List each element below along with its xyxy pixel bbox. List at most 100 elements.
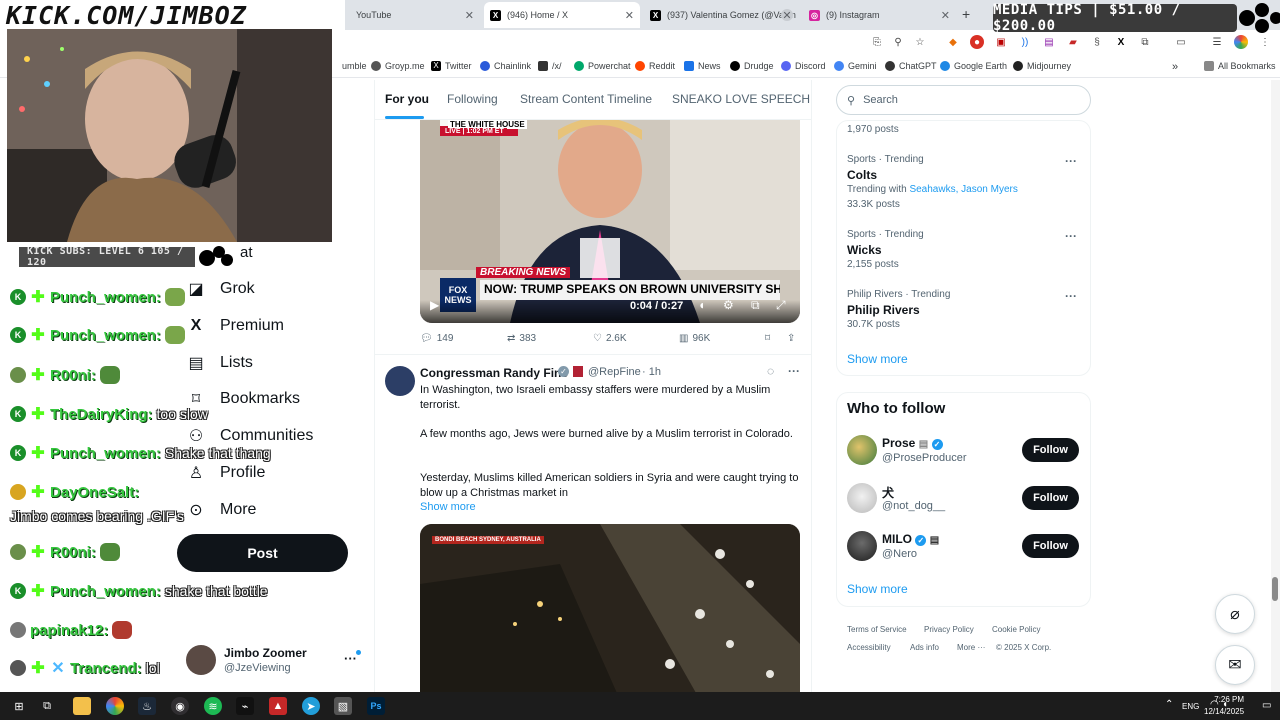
like-button[interactable]: ♡ 2.6K [593, 333, 627, 344]
bookmark-discord[interactable]: Discord [781, 61, 826, 71]
settings-icon[interactable]: ⚙ [723, 298, 734, 312]
nav-more[interactable]: ⊙ More [186, 495, 256, 525]
avatar[interactable] [847, 531, 877, 561]
tab-instagram[interactable]: ◎ (9) Instagram ✕ [803, 4, 956, 26]
bookmarks-overflow-button[interactable]: » [1172, 61, 1178, 73]
extension-icon[interactable]: ▰ [1066, 35, 1080, 49]
reply-button[interactable]: 💬︎ 149 [420, 333, 453, 344]
extension-icon[interactable]: )) [1018, 35, 1032, 49]
extension-icon[interactable]: ▤ [1042, 35, 1056, 49]
close-icon[interactable]: ✕ [465, 9, 474, 22]
trend-more-icon[interactable]: ··· [1065, 154, 1077, 168]
nav-grok[interactable]: ◪ Grok [186, 274, 254, 304]
bookmark-drudge[interactable]: Drudge [730, 61, 774, 71]
extension-ublock-icon[interactable]: ● [970, 35, 984, 49]
bookmark-button[interactable]: ⌑ [765, 333, 770, 344]
chrome-icon[interactable] [106, 697, 124, 715]
nav-profile[interactable]: ♙ Profile [186, 458, 266, 488]
avatar[interactable] [385, 366, 415, 396]
account-more-icon[interactable]: ··· [344, 651, 357, 666]
follow-button[interactable]: Follow [1022, 438, 1079, 462]
app-icon[interactable]: ⌁ [236, 697, 254, 715]
bookmark-umble[interactable]: umble [342, 61, 367, 71]
profile-avatar-icon[interactable] [1234, 35, 1248, 49]
follow-account-name[interactable]: Prose ▤ ✓ [882, 436, 943, 450]
play-icon[interactable]: ▶ [430, 298, 439, 312]
trend-more-icon[interactable]: ··· [1065, 229, 1077, 243]
kebab-menu-icon[interactable]: ⋮ [1258, 35, 1272, 49]
clock-date[interactable]: 12/14/2025 [1204, 707, 1244, 716]
sidebar-icon[interactable]: ▭ [1174, 35, 1188, 49]
tweet-author-handle[interactable]: @RepFine [588, 366, 641, 378]
windows-start-icon[interactable]: ⊞ [10, 697, 28, 715]
task-view-icon[interactable]: ⧉ [38, 697, 56, 715]
tweet-video[interactable]: BONDI BEACH SYDNEY, AUSTRALIA [420, 524, 800, 700]
avatar[interactable] [847, 483, 877, 513]
bookmark-reddit[interactable]: Reddit [635, 61, 675, 71]
nav-lists[interactable]: ▤ Lists [186, 348, 252, 378]
follow-show-more[interactable]: Show more [847, 582, 908, 596]
trend-more-icon[interactable]: ··· [1065, 289, 1077, 303]
bookmark-midjourney[interactable]: Midjourney [1013, 61, 1071, 71]
tweet-time[interactable]: · 1h [642, 366, 661, 378]
fullscreen-icon[interactable]: ⤢ [776, 298, 786, 313]
tab-for-you[interactable]: For you [385, 92, 429, 106]
zoom-icon[interactable]: ⚲ [891, 35, 905, 49]
tweet-more-icon[interactable]: ··· [788, 364, 800, 378]
repost-button[interactable]: ⇄ 383 [507, 333, 536, 344]
trend-name[interactable]: Philip Rivers [847, 303, 920, 317]
clock-time[interactable]: 7:26 PM [1206, 695, 1244, 704]
trend-name[interactable]: Colts [847, 168, 877, 182]
tab-youtube[interactable]: YouTube ✕ [350, 4, 480, 26]
bookmark-news[interactable]: News [684, 61, 721, 71]
account-switcher[interactable]: Jimbo Zoomer @JzeViewing ··· [186, 645, 366, 679]
bookmark-x-board[interactable]: /x/ [538, 61, 562, 71]
photoshop-icon[interactable]: Ps [367, 697, 385, 715]
grok-icon[interactable]: ◌ [767, 364, 774, 378]
volume-icon[interactable]: ◖ [698, 298, 705, 312]
bookmark-gemini[interactable]: Gemini [834, 61, 877, 71]
footer-terms[interactable]: Terms of Service [847, 625, 907, 634]
avatar[interactable] [847, 435, 877, 465]
messages-fab-button[interactable]: ✉ [1215, 645, 1255, 685]
trend-name[interactable]: Wicks [847, 243, 882, 257]
footer-cookie[interactable]: Cookie Policy [992, 625, 1040, 634]
follow-button[interactable]: Follow [1022, 534, 1079, 558]
new-tab-button[interactable]: + [962, 6, 970, 22]
spotify-icon[interactable]: ≋ [204, 697, 222, 715]
footer-privacy[interactable]: Privacy Policy [924, 625, 974, 634]
views-button[interactable]: ▥ 96K [679, 333, 710, 344]
input-language[interactable]: ENG [1182, 702, 1199, 711]
tray-chevron-icon[interactable]: ⌃ [1165, 699, 1173, 710]
grok-fab-button[interactable]: ⌀ [1215, 594, 1255, 634]
menu-list-icon[interactable]: ☰ [1210, 35, 1224, 49]
tab-sneako[interactable]: SNEAKO LOVE SPEECH [672, 92, 810, 106]
bookmark-chatgpt[interactable]: ChatGPT [885, 61, 937, 71]
nav-communities[interactable]: ⚇ Communities [186, 421, 314, 451]
footer-ads-info[interactable]: Ads info [910, 643, 939, 652]
tweet-video[interactable]: THE WHITE HOUSE LIVE | 1:02 PM ET BREAKI… [420, 120, 800, 323]
notification-icon[interactable]: ▭ [1262, 700, 1271, 711]
tab-following[interactable]: Following [447, 92, 498, 106]
extension-icon[interactable]: § [1090, 35, 1104, 49]
extension-icon[interactable]: ▣ [994, 35, 1008, 49]
tab-valentina[interactable]: X (937) Valentina Gomez (@Valen ✕ [644, 4, 799, 26]
share-button[interactable]: ⇪ [787, 333, 795, 344]
post-button[interactable]: Post [177, 534, 348, 572]
trends-show-more[interactable]: Show more [847, 352, 908, 366]
nav-bookmarks[interactable]: ⌑ Bookmarks [186, 384, 300, 414]
footer-accessibility[interactable]: Accessibility [847, 643, 891, 652]
bookmark-chainlink[interactable]: Chainlink [480, 61, 531, 71]
install-icon[interactable]: ⎘ [870, 35, 884, 49]
close-icon[interactable]: ✕ [625, 9, 634, 22]
scrollbar-thumb[interactable] [1272, 577, 1278, 601]
bookmark-groyp[interactable]: Groyp.me [371, 61, 425, 71]
tab-home-x[interactable]: X (946) Home / X ✕ [484, 2, 640, 28]
app-icon[interactable]: ▧ [334, 697, 352, 715]
follow-account-name[interactable]: MILO ✓ ▤ [882, 532, 939, 546]
follow-button[interactable]: Follow [1022, 486, 1079, 510]
footer-more[interactable]: More ··· [957, 643, 985, 652]
bookmark-google-earth[interactable]: Google Earth [940, 61, 1007, 71]
obs-icon[interactable]: ◉ [171, 697, 189, 715]
pip-icon[interactable]: ⧉ [751, 298, 760, 313]
